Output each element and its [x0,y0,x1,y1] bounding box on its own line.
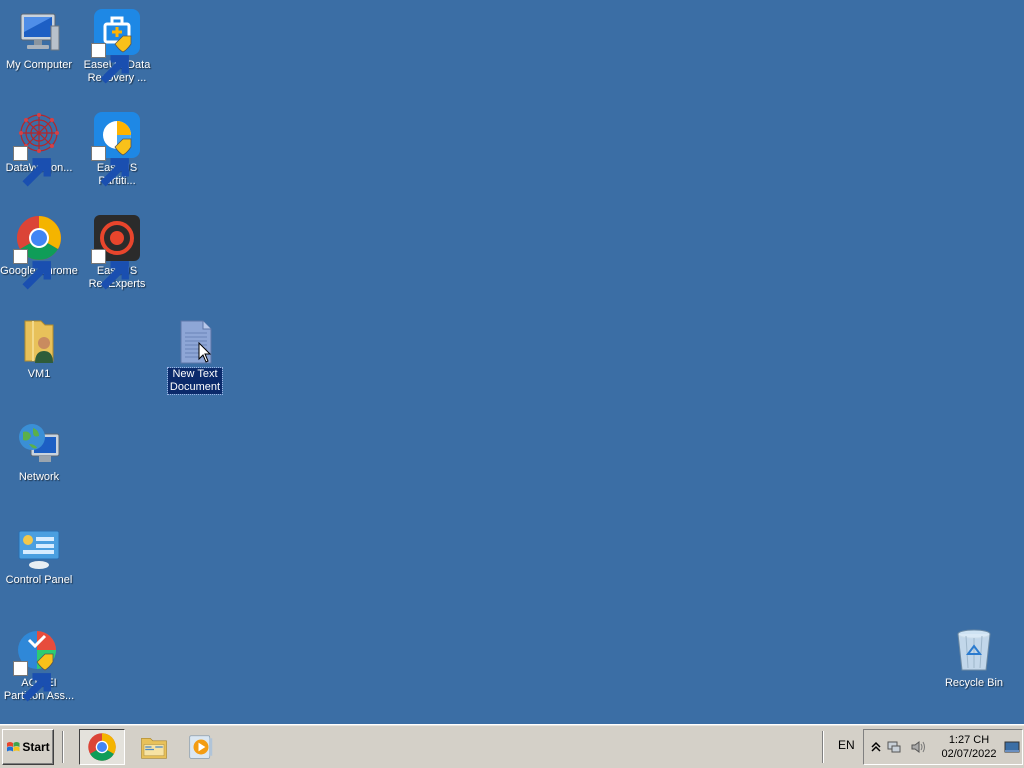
desktop[interactable]: My Computer EaseUS Data Recovery ... Dat… [0,0,1024,724]
desktop-icon-label: Network [18,471,60,483]
desktop-icon-label: Recycle Bin [944,677,1004,689]
desktop-icon-recycle-bin[interactable]: Recycle Bin [935,620,1013,716]
start-label: Start [22,740,50,754]
taskbar-separator [822,731,824,763]
datawagon-icon [13,111,63,187]
chrome-icon [13,214,63,290]
language-indicator[interactable]: EN [838,738,855,752]
start-button[interactable]: Start [2,729,54,765]
clock-date: 02/07/2022 [941,748,997,760]
control-panel-icon [15,523,63,571]
desktop-icon-label: New Text Document [166,367,224,395]
desktop-icon-datawagon[interactable]: DataWagon... [0,105,78,201]
desktop-icon-aomei-partition-assistant[interactable]: AOMEI Partition Ass... [0,620,78,716]
desktop-icon-label: VM1 [27,368,51,380]
folder-icon [141,737,167,759]
desktop-icon-easeus-partition[interactable]: EaseUS Partiti... [78,105,156,201]
desktop-icon-google-chrome[interactable]: Google Chrome [0,208,78,304]
desktop-icon-label: My Computer [5,59,73,71]
taskbar-media-player-button[interactable] [178,729,224,765]
taskbar-chrome-button[interactable] [79,729,125,765]
desktop-icon-easeus-recexperts[interactable]: EaseUS RecExperts [78,208,156,304]
desktop-icon-label: Control Panel [5,574,73,586]
easeus-recexperts-icon [91,214,141,290]
show-hidden-icons-icon[interactable] [868,739,884,755]
system-tray: 1:27 CH 02/07/2022 [863,729,1023,765]
aomei-partition-icon [13,626,63,702]
taskbar-explorer-button[interactable] [131,729,177,765]
mouse-cursor [198,341,212,364]
show-desktop-icon[interactable] [1004,739,1020,755]
user-folder-icon [15,317,63,365]
network-icon [15,420,63,468]
taskbar: Start EN 1:27 CH 02/07/2022 [0,724,1024,768]
easeus-partition-icon [91,111,141,187]
media-player-icon [189,735,213,759]
desktop-icon-my-computer[interactable]: My Computer [0,2,78,98]
desktop-icon-network[interactable]: Network [0,414,78,510]
network-status-icon[interactable] [886,739,902,755]
desktop-icon-vm1[interactable]: VM1 [0,311,78,407]
windows-logo-icon [7,742,20,752]
desktop-icon-new-text-document[interactable]: New Text Document [156,311,234,407]
chrome-icon [88,733,116,761]
recycle-bin-icon [950,626,998,674]
easeus-data-recovery-icon [91,8,141,84]
desktop-icon-control-panel[interactable]: Control Panel [0,517,78,613]
clock[interactable]: 1:27 CH 02/07/2022 [936,733,1002,761]
clock-time: 1:27 CH [948,734,990,746]
volume-icon[interactable] [910,739,926,755]
taskbar-separator [62,731,64,763]
computer-icon [15,8,63,56]
desktop-icon-easeus-data-recovery[interactable]: EaseUS Data Recovery ... [78,2,156,98]
